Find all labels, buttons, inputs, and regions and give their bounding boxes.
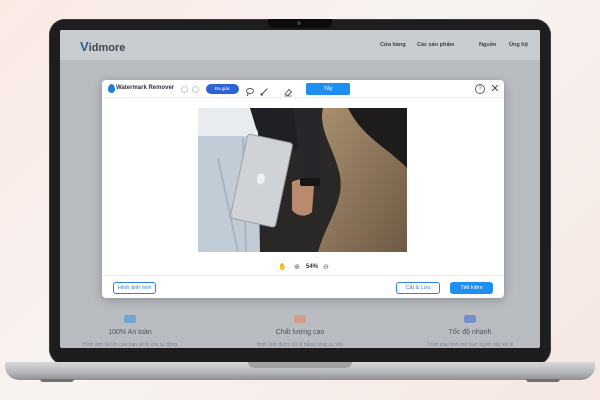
new-image-button[interactable]: Hình ảnh mới [113,282,156,294]
nav-resources[interactable]: Nguồn [479,42,496,48]
lasso-icon[interactable] [245,84,255,97]
rocket-icon [464,315,476,323]
diamond-icon [294,315,306,323]
watermark-remover-dialog: Watermark Remover Đa giác Tẩy ? ✕ . ✋ ⊕ … [102,80,504,298]
laptop-screen: Vidmore Cửa hàng Các sản phẩm Nguồn Ủng … [60,30,540,348]
feature-speed: Tốc độ nhanh Trình xóa hình mờ trực tuyế… [410,315,530,348]
zoom-bar: ✋ ⊕ 54% ⊖ [102,261,504,273]
site-header: Vidmore Cửa hàng Các sản phẩm Nguồn Ủng … [60,30,540,60]
feature-quality: Chất lượng cao Hình ảnh được xử lý bằng … [240,315,360,348]
zoom-in-icon[interactable]: ⊕ [294,263,300,271]
laptop-groove [248,362,352,368]
dialog-toolbar: Watermark Remover Đa giác Tẩy ? ✕ [102,80,504,98]
image-canvas[interactable]: . [102,99,504,257]
zoom-out-icon[interactable]: ⊖ [323,263,329,271]
dialog-footer: Hình ảnh mới Cắt & Lưu Tiết kiệm [102,275,504,298]
nav-store[interactable]: Cửa hàng [380,42,406,48]
camera-icon [297,21,301,25]
laptop-foot [526,379,560,382]
close-icon[interactable]: ✕ [489,83,501,95]
brush-icon[interactable] [259,84,269,96]
laptop-foot [40,379,74,382]
crop-save-button[interactable]: Cắt & Lưu [396,282,440,294]
redo-icon[interactable] [192,86,199,93]
preview-image[interactable]: . [198,108,407,252]
polygon-tool-button[interactable]: Đa giác [206,84,239,94]
undo-icon[interactable] [181,86,188,93]
zoom-level: 54% [306,264,319,270]
nav-products[interactable]: Các sản phẩm [417,42,454,48]
shield-icon [124,315,136,323]
eraser-icon[interactable] [283,84,293,97]
hand-icon[interactable]: ✋ [278,263,287,271]
save-button[interactable]: Tiết kiệm [450,282,493,294]
nav-support[interactable]: Ủng hộ [509,42,528,48]
help-icon[interactable]: ? [475,84,485,94]
svg-text:.: . [202,244,203,249]
dialog-title: Watermark Remover [116,85,175,91]
feature-safe: 100% An toàn Hình ảnh tải lên của bạn sẽ… [70,315,190,348]
erase-button[interactable]: Tẩy [306,83,350,95]
droplet-icon [108,84,115,93]
site-logo[interactable]: Vidmore [80,39,125,54]
